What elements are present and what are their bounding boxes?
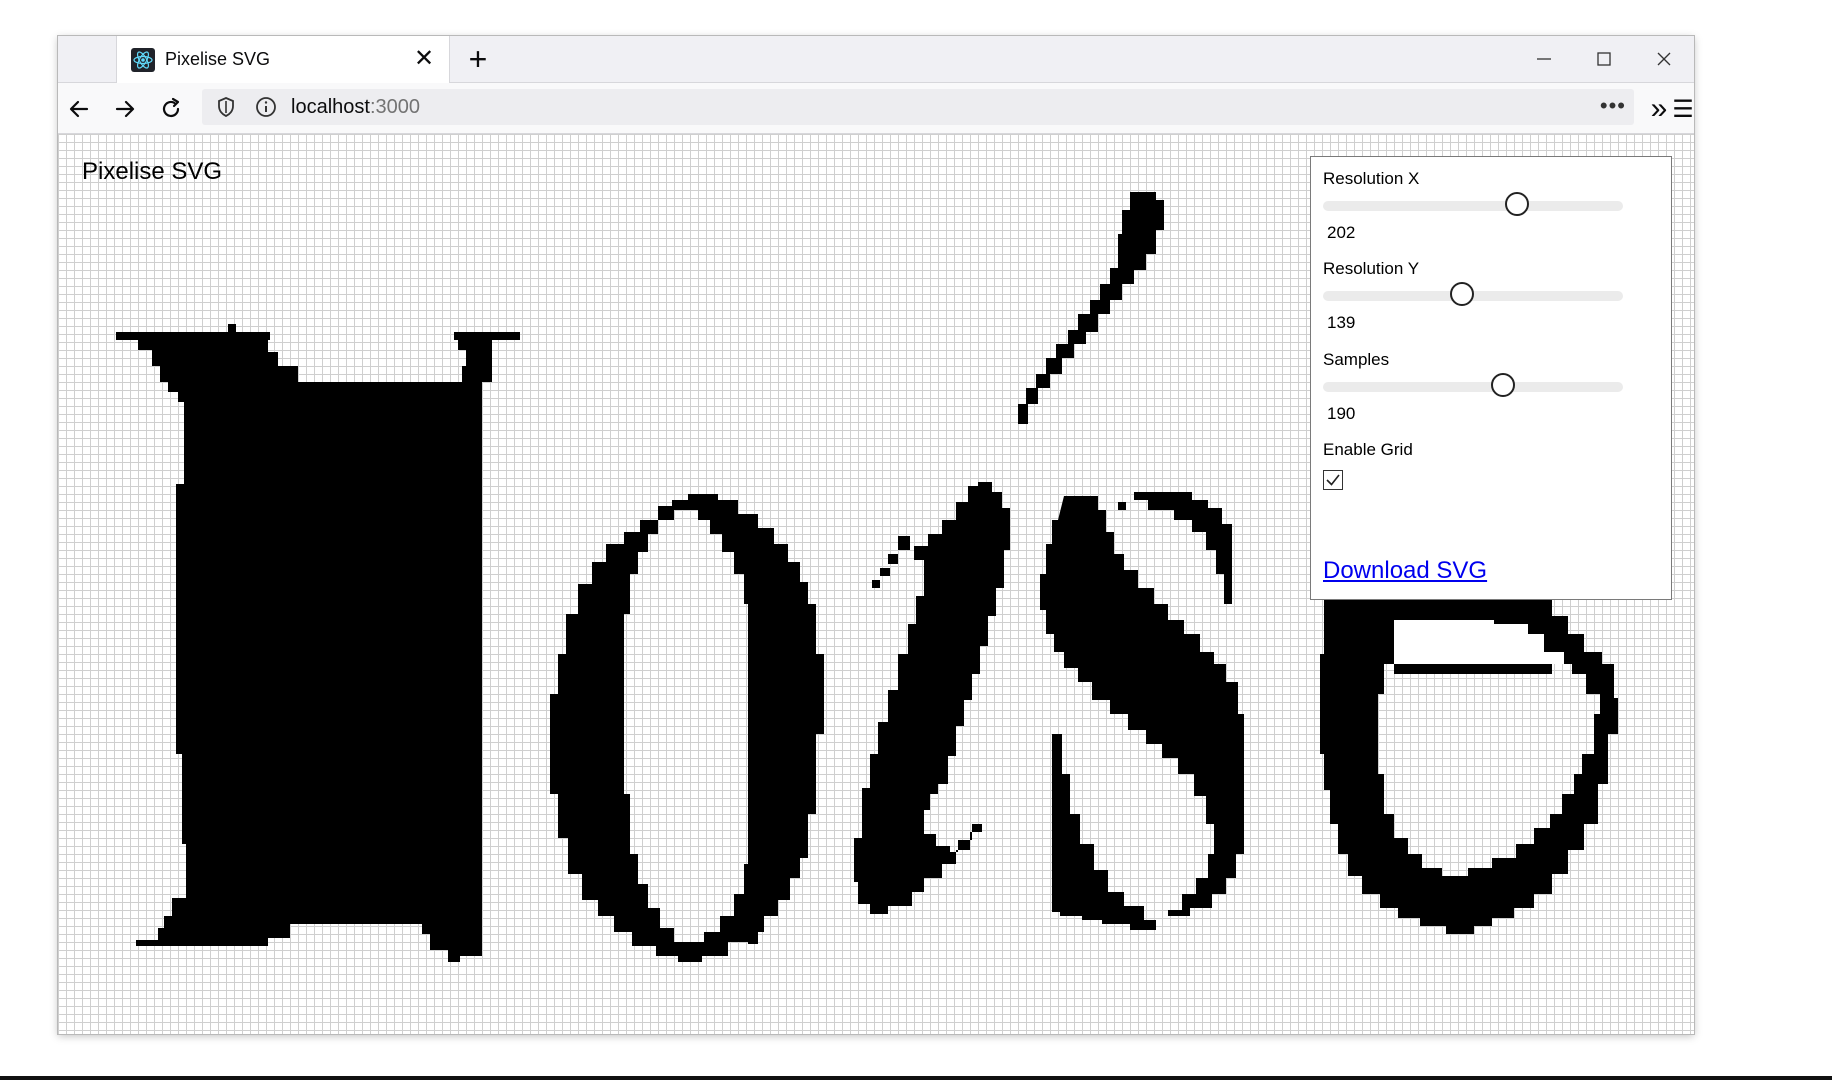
- tab-title: Pixelise SVG: [165, 49, 271, 69]
- extensions-overflow-icon[interactable]: »: [1642, 92, 1676, 126]
- close-icon: [1657, 52, 1671, 66]
- resolution-x-value: 202: [1327, 223, 1356, 242]
- checkmark-icon: [1326, 474, 1340, 486]
- samples-slider-thumb[interactable]: [1491, 373, 1515, 397]
- glyph-block-4-fleck-2: [888, 554, 898, 564]
- minimize-button[interactable]: [1514, 36, 1574, 82]
- url-text[interactable]: localhost:3000: [291, 96, 420, 119]
- glyph-block-3: [1018, 192, 1164, 424]
- resolution-y-slider[interactable]: [1323, 282, 1623, 306]
- enable-grid-checkbox[interactable]: [1323, 470, 1343, 490]
- tab-pixelise-svg[interactable]: Pixelise SVG ✕: [116, 36, 450, 83]
- resolution-x-slider[interactable]: [1323, 192, 1623, 216]
- site-info-icon[interactable]: [254, 95, 278, 119]
- glyph-block-4: [854, 482, 1010, 914]
- resolution-y-slider-thumb[interactable]: [1450, 282, 1474, 306]
- enable-grid-label: Enable Grid: [1323, 440, 1413, 459]
- address-bar[interactable]: localhost:3000 •••: [202, 89, 1634, 125]
- enable-grid-control: Enable Grid: [1323, 440, 1413, 490]
- reload-icon: [162, 97, 180, 118]
- reload-button[interactable]: [154, 92, 188, 126]
- url-port: :3000: [369, 96, 420, 118]
- tab-strip: Pixelise SVG ✕ +: [58, 36, 1694, 83]
- samples-slider[interactable]: [1323, 373, 1623, 397]
- back-button[interactable]: [62, 92, 96, 126]
- forward-button[interactable]: [108, 92, 142, 126]
- page-actions-menu-icon[interactable]: •••: [1600, 93, 1626, 119]
- glyph-block-5-fleck: [1118, 502, 1126, 510]
- page-title: Pixelise SVG: [82, 158, 223, 185]
- glyph-block-4-fleck-4: [872, 580, 880, 588]
- forward-arrow-icon: [115, 100, 135, 118]
- glyph-block-5-top: [1134, 492, 1232, 604]
- samples-value: 190: [1327, 404, 1356, 423]
- glyph-block-4-fleck-1: [898, 536, 910, 550]
- back-arrow-icon: [69, 100, 89, 118]
- minimize-icon: [1537, 58, 1551, 60]
- resolution-x-control: Resolution X 202: [1323, 169, 1623, 242]
- resolution-y-label: Resolution Y: [1323, 259, 1420, 278]
- glyph-block-5-tail: [1052, 734, 1156, 930]
- close-tab-icon[interactable]: ✕: [411, 46, 437, 72]
- close-window-button[interactable]: [1634, 36, 1694, 82]
- resolution-x-slider-thumb[interactable]: [1505, 192, 1529, 216]
- navigation-toolbar: localhost:3000 ••• » ☰: [58, 83, 1694, 134]
- resolution-y-control: Resolution Y 139: [1323, 259, 1623, 332]
- desktop-taskbar-edge: [0, 1076, 1832, 1080]
- settings-panel: Resolution X 202 Resolution Y 139 Sample…: [1310, 156, 1672, 600]
- resolution-x-label: Resolution X: [1323, 169, 1420, 188]
- glyph-block-2: [550, 494, 824, 962]
- tab-strip-spacer: [58, 36, 116, 82]
- hamburger-menu-icon[interactable]: ☰: [1672, 92, 1694, 126]
- samples-control: Samples 190: [1323, 350, 1623, 423]
- glyph-block-1: [116, 324, 520, 962]
- browser-window: Pixelise SVG ✕ + localhost:3000 ••• » ☰ …: [58, 36, 1694, 1034]
- react-icon: [131, 48, 155, 72]
- page-content: Pixelise SVG Resolution X 202 Resolution…: [58, 134, 1694, 1034]
- url-host: localhost: [291, 96, 370, 118]
- maximize-icon: [1597, 52, 1611, 66]
- new-tab-button[interactable]: +: [462, 43, 494, 76]
- resolution-y-value: 139: [1327, 313, 1356, 332]
- maximize-button[interactable]: [1574, 36, 1634, 82]
- download-svg-link[interactable]: Download SVG: [1323, 557, 1487, 585]
- glyph-block-2-bar: [748, 554, 758, 944]
- glyph-block-4-fleck-3: [880, 568, 890, 576]
- tracking-protection-shield-icon[interactable]: [214, 95, 238, 119]
- samples-label: Samples: [1323, 350, 1390, 369]
